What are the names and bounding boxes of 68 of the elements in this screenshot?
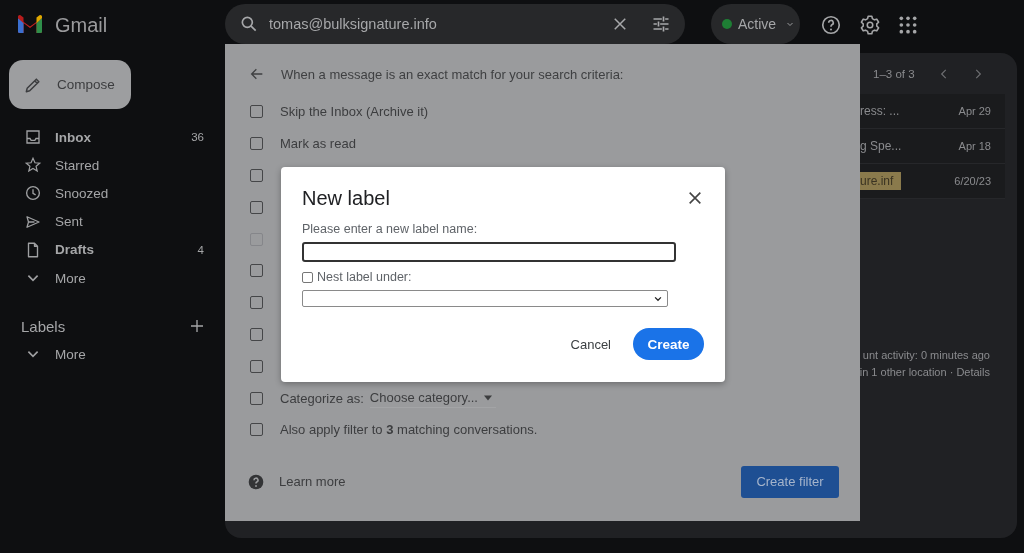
parent-label-dropdown[interactable] [302,290,668,307]
checkbox[interactable] [250,391,263,405]
checkbox[interactable] [250,264,263,278]
section-title: Labels [21,317,66,335]
checkbox[interactable] [302,271,313,283]
inbox-icon [24,128,42,147]
option-label: Categorize as: [280,390,364,406]
email-snippet: g Spe... [860,138,902,155]
nav-item[interactable]: Inbox 36 [0,123,225,152]
checkbox[interactable] [250,137,263,151]
back-arrow-icon[interactable] [249,66,265,82]
email-row[interactable]: ress: ... Apr 29 [860,94,1005,129]
nav-item[interactable]: More [0,263,225,293]
email-date: Apr 29 [958,105,991,117]
email-snippet: ress: ... [860,103,900,120]
help-icon[interactable] [820,14,842,36]
create-button[interactable]: Create [633,328,704,360]
checkbox[interactable] [250,359,263,373]
apps-grid-icon[interactable] [898,15,918,35]
chevron-down-icon [27,274,39,283]
cancel-button[interactable]: Cancel [570,336,611,352]
checkbox[interactable] [250,105,263,119]
email-row[interactable]: g Spe... Apr 18 [860,129,1005,164]
email-snippet: ure.inf [860,172,902,190]
page-range: 1–3 of 3 [873,68,915,80]
app-name: Gmail [55,13,108,37]
filter-heading: When a message is an exact match for your search criteria: [281,66,624,82]
email-date: 6/20/23 [954,175,991,187]
option-label: Mark as read [280,136,356,152]
plus-icon[interactable] [189,318,205,335]
create-filter-button[interactable]: Create filter [741,465,839,498]
close-icon[interactable] [687,190,703,206]
nav-item[interactable]: Snoozed [0,179,225,208]
chevron-down-icon [27,350,39,359]
checkbox[interactable] [250,200,263,214]
close-icon[interactable] [611,15,629,33]
details-link[interactable]: Details [956,366,990,378]
nav-item[interactable]: More [0,340,225,369]
clock-icon [24,184,42,203]
field-label: Please enter a new label name: [302,222,479,236]
gmail-logo-icon [18,14,42,33]
email-date: Apr 18 [958,140,991,152]
help-icon [248,473,264,490]
dialog-title: New label [302,186,390,210]
activity-text: unt activity: 0 minutes ago [862,349,990,361]
nav-item[interactable]: Drafts 4 [0,235,225,264]
label-name-field[interactable] [302,242,676,262]
compose-button[interactable]: Compose [9,60,131,109]
location-text: in 1 other location · [859,366,955,378]
learn-more-link[interactable]: Learn more [279,474,346,490]
nav-item[interactable]: Starred [0,151,225,180]
status-button[interactable]: Active [711,4,800,44]
nav-item[interactable]: Sent [0,207,225,236]
email-row[interactable]: ure.inf 6/20/23 [860,164,1005,199]
star-icon [24,156,42,175]
option-label: Skip the Inbox (Archive it) [280,104,429,120]
checkbox[interactable] [250,296,263,310]
checkbox[interactable] [250,423,263,437]
search-icon [239,14,259,34]
settings-icon[interactable] [859,14,881,36]
option-label: Also apply filter to 3 matching conversations. [280,422,538,438]
checkbox[interactable] [250,327,263,341]
dropdown-arrow-icon [484,394,492,401]
filter-options-icon[interactable] [651,14,671,34]
checkbox-label: Nest label under: [317,270,412,284]
search-field[interactable]: tomas@bulksignature.info [225,4,685,44]
checkbox[interactable] [250,169,263,182]
category-dropdown[interactable]: Choose category... [369,388,496,409]
